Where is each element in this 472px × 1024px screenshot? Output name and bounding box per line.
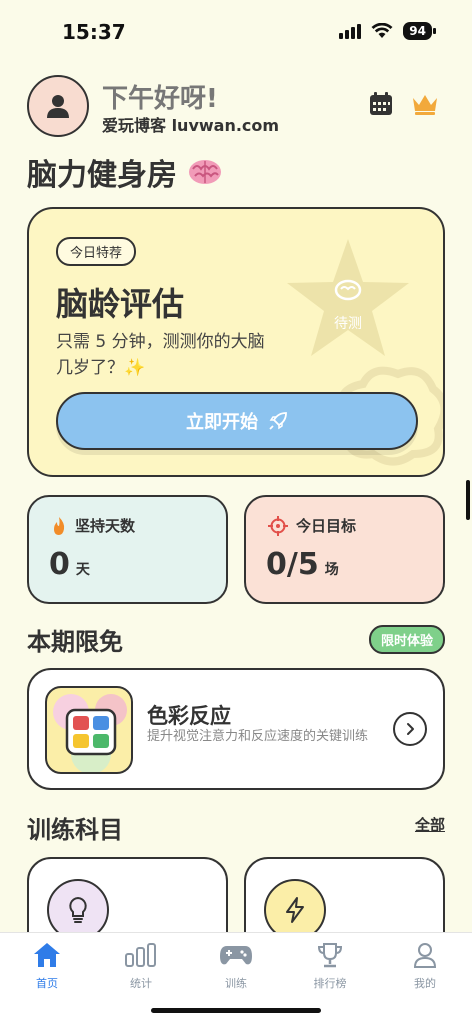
tab-stats[interactable]: 统计	[101, 939, 181, 991]
daily-goal-number: 0/5	[266, 547, 319, 582]
streak-value: 0 天	[49, 547, 90, 582]
color-reaction-thumbnail	[45, 686, 133, 774]
daily-goal-card[interactable]: 今日目标 0/5 场	[244, 495, 445, 604]
battery-indicator: 94	[403, 22, 436, 40]
color-reaction-title: 色彩反应	[147, 704, 231, 728]
color-reaction-description: 提升视觉注意力和反应速度的关键训练	[147, 729, 369, 744]
wifi-icon	[371, 23, 393, 38]
flame-icon	[54, 516, 65, 535]
star-icon	[287, 239, 409, 356]
tab-stats-label: 统计	[130, 977, 152, 990]
streak-label: 坚持天数	[75, 517, 136, 535]
signal-icon	[339, 23, 362, 39]
tab-home-label: 首页	[36, 977, 58, 990]
training-section-title: 训练科目	[27, 816, 123, 844]
trophy-icon	[317, 943, 343, 968]
crown-icon	[413, 95, 437, 115]
tab-leaderboard[interactable]: 排行榜	[290, 939, 370, 991]
user-icon	[47, 95, 69, 118]
daily-goal-label: 今日目标	[296, 517, 357, 535]
chevron-right-icon	[407, 723, 414, 735]
daily-goal-unit: 场	[324, 562, 339, 578]
tab-leaderboard-label: 排行榜	[313, 977, 347, 990]
status-icons: 94	[339, 22, 436, 40]
scroll-indicator[interactable]	[466, 480, 470, 520]
calendar-button[interactable]	[366, 89, 396, 119]
start-button-label: 立即开始	[186, 412, 258, 433]
view-all-link[interactable]: 全部	[415, 814, 445, 835]
greeting-text: 下午好呀!	[102, 84, 218, 114]
tab-training-label: 训练	[225, 977, 247, 990]
streak-number: 0	[49, 547, 70, 582]
limited-badge: 限时体验	[368, 625, 445, 654]
pending-label: 待测	[334, 316, 362, 332]
start-button[interactable]: 立即开始	[56, 392, 418, 450]
featured-description: 只需 5 分钟，测测你的大脑几岁了？✨	[56, 332, 265, 378]
greeting-subtitle: 爱玩博客 luvwan.com	[102, 116, 280, 135]
featured-tag: 今日特荐	[56, 237, 137, 266]
daily-goal-value: 0/5 场	[266, 547, 339, 582]
color-reaction-card[interactable]: 色彩反应 提升视觉注意力和反应速度的关键训练	[27, 668, 445, 790]
tab-training[interactable]: 训练	[196, 939, 276, 991]
lightning-icon	[286, 897, 304, 923]
limited-section-title: 本期限免	[27, 628, 123, 656]
tab-profile-label: 我的	[414, 977, 436, 990]
page-title: 脑力健身房	[27, 150, 223, 194]
gamepad-icon	[220, 946, 252, 965]
target-icon	[268, 515, 288, 536]
stats-icon	[125, 943, 156, 967]
rocket-icon	[269, 412, 287, 430]
page-title-text: 脑力健身房	[27, 158, 177, 193]
tab-home[interactable]: 首页	[7, 939, 87, 991]
home-indicator	[151, 1008, 321, 1013]
featured-title: 脑龄评估	[56, 285, 185, 323]
pending-star-badge: 待测	[283, 237, 413, 362]
profile-icon	[413, 943, 437, 968]
calendar-icon	[370, 92, 392, 115]
status-time: 15:37	[62, 20, 126, 44]
daily-goal-header: 今日目标	[268, 515, 356, 536]
vip-button[interactable]	[410, 89, 440, 119]
streak-header: 坚持天数	[51, 515, 135, 536]
tab-profile[interactable]: 我的	[385, 939, 465, 991]
streak-unit: 天	[75, 562, 90, 578]
status-bar: 15:37 94	[0, 0, 472, 62]
featured-card[interactable]: 今日特荐 脑龄评估 只需 5 分钟，测测你的大脑几岁了？✨ 待测 立即开始	[27, 207, 445, 477]
color-grid-icon	[53, 694, 127, 772]
lightbulb-icon	[69, 896, 87, 923]
brain-icon	[189, 160, 221, 184]
streak-card[interactable]: 坚持天数 0 天	[27, 495, 228, 604]
home-icon	[34, 943, 60, 967]
avatar[interactable]	[27, 75, 89, 137]
color-reaction-open-button[interactable]	[393, 712, 427, 746]
